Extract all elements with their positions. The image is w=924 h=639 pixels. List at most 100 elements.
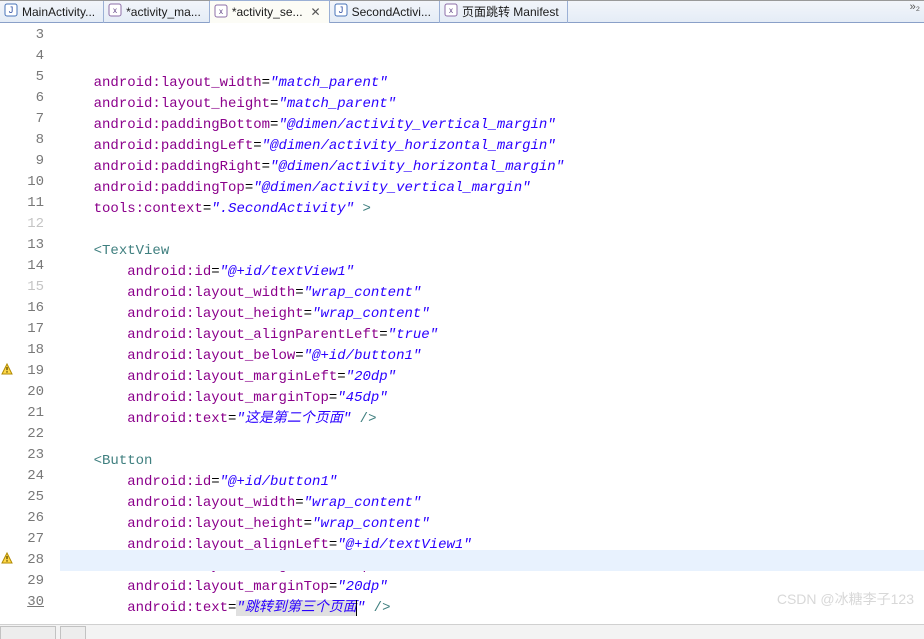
line-number[interactable]: 20 [14, 382, 48, 403]
xml-file-icon: x [214, 4, 228, 21]
line-number[interactable]: 22 [14, 424, 48, 445]
code-line[interactable]: <TextView [60, 241, 924, 262]
code-line[interactable]: android:text="跳转到第三个页面" /> [60, 598, 924, 619]
warning-icon[interactable] [1, 552, 13, 569]
marker-slot [0, 550, 14, 571]
marker-slot [0, 445, 14, 466]
code-line[interactable]: android:layout_width="wrap_content" [60, 283, 924, 304]
line-number[interactable]: 17 [14, 319, 48, 340]
marker-slot [0, 109, 14, 130]
marker-slot [0, 46, 14, 67]
line-number[interactable]: 7 [14, 109, 48, 130]
svg-text:J: J [338, 5, 343, 15]
code-line[interactable]: android:layout_height="match_parent" [60, 94, 924, 115]
code-line[interactable]: <Button [60, 451, 924, 472]
marker-slot [0, 151, 14, 172]
marker-slot [0, 256, 14, 277]
line-number[interactable]: 24 [14, 466, 48, 487]
code-line[interactable]: android:id="@+id/textView1" [60, 262, 924, 283]
scroll-thumb[interactable] [60, 626, 86, 639]
code-line[interactable]: android:paddingBottom="@dimen/activity_v… [60, 115, 924, 136]
marker-slot [0, 277, 14, 298]
line-number[interactable]: 8 [14, 130, 48, 151]
xml-file-icon: x [444, 3, 458, 20]
tab-overflow-icon[interactable]: »₂ [910, 1, 920, 13]
marker-slot [0, 403, 14, 424]
line-number[interactable]: 27 [14, 529, 48, 550]
line-number[interactable]: 28 [14, 550, 48, 571]
editor-tab[interactable]: x *activity_se... ✕ [210, 0, 330, 23]
svg-text:x: x [449, 6, 453, 15]
code-line[interactable]: android:layout_marginTop="45dp" [60, 388, 924, 409]
line-number[interactable]: 13 [14, 235, 48, 256]
editor-tab[interactable]: J MainActivity... [0, 1, 104, 23]
line-number[interactable]: 9 [14, 151, 48, 172]
marker-slot [0, 25, 14, 46]
close-icon[interactable]: ✕ [311, 5, 321, 19]
code-line[interactable]: android:layout_marginTop="20dp" [60, 577, 924, 598]
line-number[interactable]: 4 [14, 46, 48, 67]
code-line[interactable]: android:paddingRight="@dimen/activity_ho… [60, 157, 924, 178]
marker-slot [0, 529, 14, 550]
line-number[interactable]: 11 [14, 193, 48, 214]
line-number[interactable]: 15 [14, 277, 48, 298]
code-line[interactable]: android:layout_alignParentLeft="true" [60, 325, 924, 346]
marker-column [0, 23, 14, 624]
line-number[interactable]: 26 [14, 508, 48, 529]
scroll-thumb[interactable] [0, 626, 56, 639]
marker-slot [0, 592, 14, 613]
line-number-gutter[interactable]: 3456789101112131415161718192021222324252… [14, 23, 48, 624]
code-line[interactable] [60, 220, 924, 241]
tab-label: MainActivity... [22, 5, 95, 19]
line-number[interactable]: 16 [14, 298, 48, 319]
code-line[interactable]: android:paddingTop="@dimen/activity_vert… [60, 178, 924, 199]
editor-tab[interactable]: J SecondActivi... [330, 1, 440, 23]
line-number[interactable]: 18 [14, 340, 48, 361]
java-file-icon: J [4, 3, 18, 20]
code-line[interactable] [60, 430, 924, 451]
code-line[interactable]: android:layout_below="@+id/button1" [60, 346, 924, 367]
line-number[interactable]: 6 [14, 88, 48, 109]
line-number[interactable]: 21 [14, 403, 48, 424]
marker-slot [0, 424, 14, 445]
marker-slot [0, 172, 14, 193]
editor-tab[interactable]: x *activity_ma... [104, 1, 210, 23]
code-line[interactable] [60, 619, 924, 624]
line-number[interactable]: 10 [14, 172, 48, 193]
code-line[interactable]: android:layout_marginLeft="20dp" [60, 367, 924, 388]
line-number[interactable]: 12 [14, 214, 48, 235]
line-number[interactable]: 5 [14, 67, 48, 88]
code-line[interactable]: android:text="这是第二个页面" /> [60, 409, 924, 430]
marker-slot [0, 319, 14, 340]
marker-slot [0, 193, 14, 214]
code-line[interactable]: android:paddingLeft="@dimen/activity_hor… [60, 136, 924, 157]
code-line[interactable]: android:layout_height="wrap_content" [60, 514, 924, 535]
line-number[interactable]: 25 [14, 487, 48, 508]
marker-slot [0, 466, 14, 487]
line-number[interactable]: 23 [14, 445, 48, 466]
marker-slot [0, 571, 14, 592]
line-number[interactable]: 29 [14, 571, 48, 592]
line-number[interactable]: 3 [14, 25, 48, 46]
code-line[interactable]: tools:context=".SecondActivity" > [60, 199, 924, 220]
code-line[interactable]: android:layout_height="wrap_content" [60, 304, 924, 325]
marker-slot [0, 214, 14, 235]
editor-tab[interactable]: x页面跳转 Manifest [440, 1, 568, 23]
tab-label: *activity_ma... [126, 5, 201, 19]
svg-text:x: x [113, 6, 117, 15]
code-line[interactable]: android:layout_width="match_parent" [60, 73, 924, 94]
line-number[interactable]: 19 [14, 361, 48, 382]
line-number[interactable]: 14 [14, 256, 48, 277]
marker-slot [0, 382, 14, 403]
code-editor[interactable]: 3456789101112131415161718192021222324252… [0, 23, 924, 624]
marker-slot [0, 508, 14, 529]
line-number[interactable]: 30 [14, 592, 48, 613]
code-line[interactable]: android:layout_width="wrap_content" [60, 493, 924, 514]
horizontal-scrollbar[interactable] [0, 624, 924, 639]
tab-label: *activity_se... [232, 5, 303, 19]
code-area[interactable]: android:layout_width="match_parent" andr… [60, 23, 924, 624]
code-line[interactable]: android:id="@+id/button1" [60, 472, 924, 493]
warning-icon[interactable] [1, 363, 13, 380]
tab-label: SecondActivi... [352, 5, 431, 19]
java-file-icon: J [334, 3, 348, 20]
